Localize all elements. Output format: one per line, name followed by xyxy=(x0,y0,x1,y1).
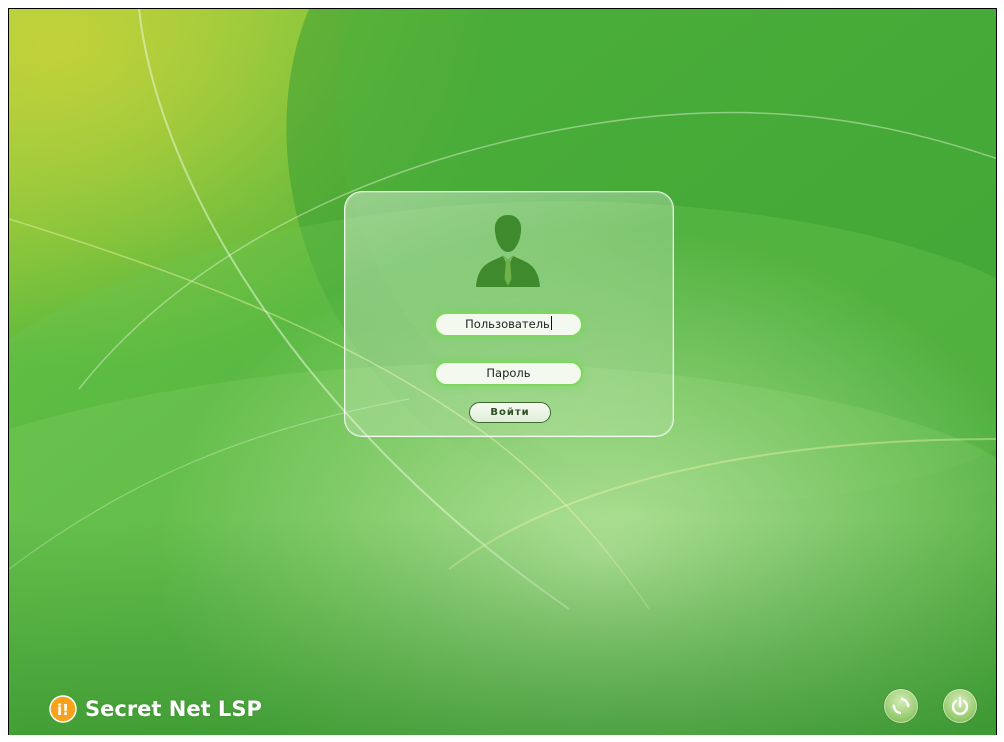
login-button[interactable]: Войти xyxy=(469,402,551,423)
text-caret xyxy=(550,316,552,330)
username-field[interactable]: Пользователь xyxy=(436,314,581,335)
shutdown-button[interactable] xyxy=(943,689,977,723)
restart-button[interactable] xyxy=(884,689,918,723)
power-icon xyxy=(951,696,969,715)
secret-net-logo-icon: i! xyxy=(49,695,77,723)
username-value: Пользователь xyxy=(465,317,550,331)
user-avatar-icon xyxy=(476,215,540,287)
svg-text:i!: i! xyxy=(57,701,69,719)
login-screen: Пользователь Пароль Войти i! Secret Net … xyxy=(8,8,997,735)
login-panel: Пользователь Пароль Войти xyxy=(344,191,674,437)
product-name: Secret Net LSP xyxy=(85,697,262,721)
refresh-icon xyxy=(892,697,910,715)
password-field[interactable]: Пароль xyxy=(436,363,581,384)
brand: i! Secret Net LSP xyxy=(49,695,262,723)
password-placeholder: Пароль xyxy=(486,366,531,380)
